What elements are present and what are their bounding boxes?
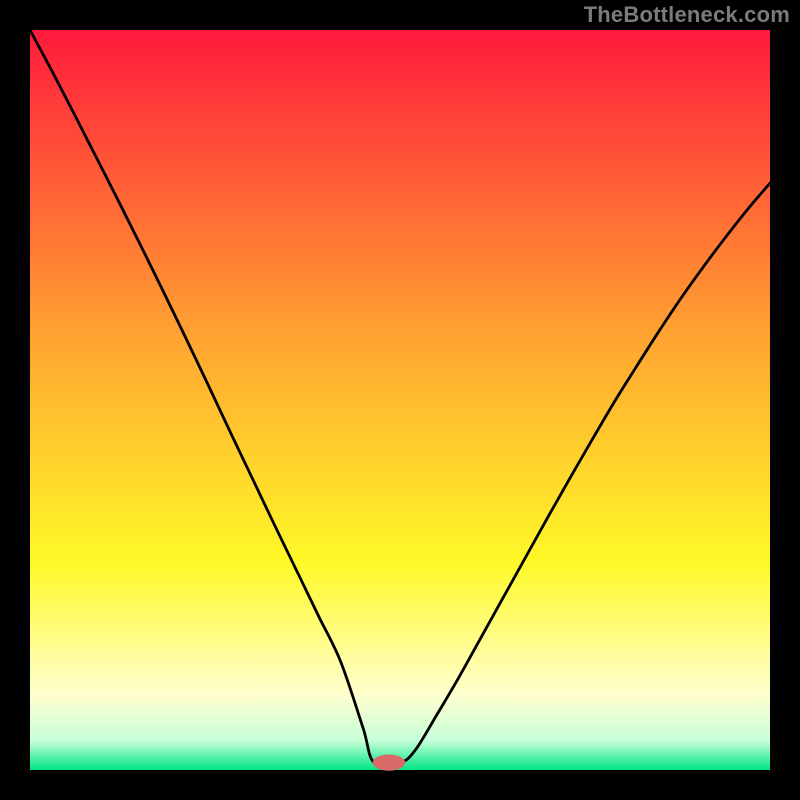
chart-container: { "watermark": "TheBottleneck.com", "col…: [0, 0, 800, 800]
watermark-text: TheBottleneck.com: [584, 2, 790, 28]
optimum-marker: [373, 754, 406, 770]
bottleneck-chart: [0, 0, 800, 800]
plot-background: [30, 30, 770, 770]
